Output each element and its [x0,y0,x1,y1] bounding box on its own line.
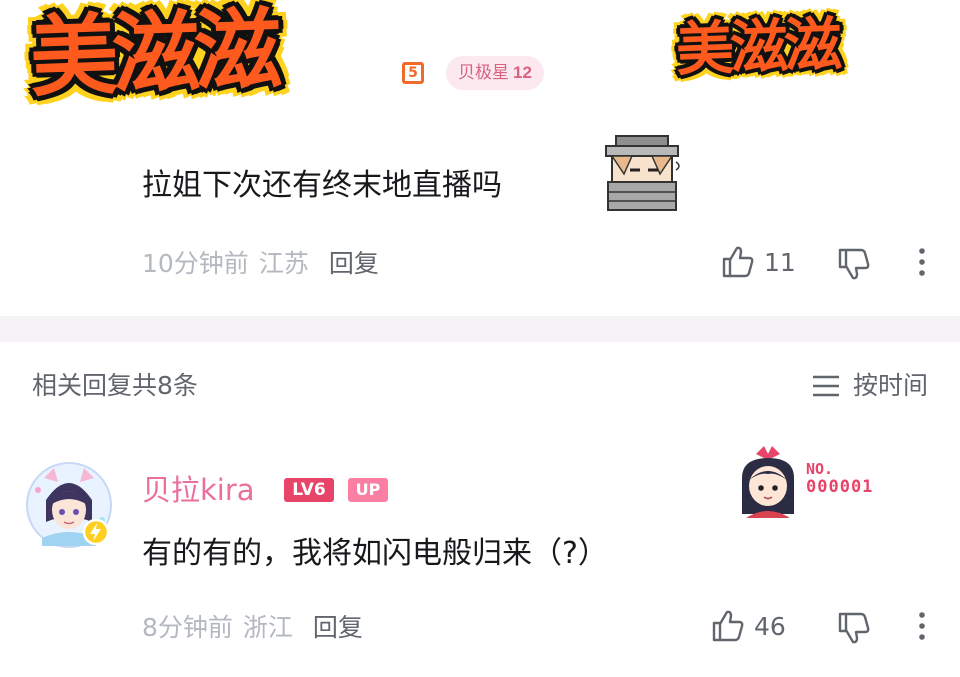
more-icon [919,612,925,640]
dislike-icon [838,612,870,644]
up-badge: UP [348,478,388,502]
comment-time: 10分钟前 [142,249,249,278]
reply-more-button[interactable] [914,610,930,642]
more-button[interactable] [914,246,930,278]
comment-detail-page: 美滋滋 5 贝极星 12 美滋滋 拉姐下次还有终末地直播吗 10分钟前 江苏 回复 [0,0,960,677]
username-decoration: 美滋滋 [28,0,278,110]
reply-like-button[interactable]: 46 [710,608,786,644]
like-button[interactable]: 11 [720,244,796,280]
comment-meta: 10分钟前 江苏 回复 [142,248,379,280]
reply-count-title: 相关回复共8条 [32,371,198,400]
fan-medal-level: 12 [513,63,532,82]
reply-meta: 8分钟前 浙江 回复 [142,612,363,644]
sort-toggle[interactable]: 按时间 [811,370,928,402]
reply-dislike-button[interactable] [836,610,872,646]
like-icon [722,246,754,278]
level-badge-partial: 5 [402,62,424,84]
fan-medal-name: 贝极星 [458,63,509,82]
reply-button[interactable]: 回复 [329,249,379,278]
user-level-badge: LV6 [284,478,334,502]
comment-location: 江苏 [258,249,309,278]
reply-username[interactable]: 贝拉kira [142,472,255,508]
section-divider [0,316,960,342]
card-no-label: NO. [806,460,834,478]
fan-medal-badge[interactable]: 贝极星 12 [446,56,544,90]
reply-like-count: 46 [754,611,786,641]
reply-text: 有的有的，我将如闪电般归来（?） [142,536,608,571]
like-icon [712,610,744,642]
avatar[interactable] [24,460,114,550]
fan-card-number[interactable]: NO. 000001 [806,460,873,496]
comment-text: 拉姐下次还有终末地直播吗 [142,168,502,203]
more-icon [919,248,925,276]
reply-location: 浙江 [242,613,293,642]
card-no-value: 000001 [806,477,874,497]
dislike-icon [838,248,870,280]
card-character-icon [742,446,794,518]
reply-time: 8分钟前 [142,613,233,642]
lightning-badge-icon [82,518,110,546]
sort-label: 按时间 [852,371,928,400]
menu-lines-icon [812,375,839,397]
reply-reply-button[interactable]: 回复 [313,613,363,642]
like-count: 11 [764,247,796,277]
card-decoration: 美滋滋 [674,10,840,84]
dislike-button[interactable] [836,246,872,282]
main-comment: 美滋滋 5 贝极星 12 美滋滋 拉姐下次还有终末地直播吗 10分钟前 江苏 回复 [0,0,960,316]
sticker-icon [605,135,680,211]
